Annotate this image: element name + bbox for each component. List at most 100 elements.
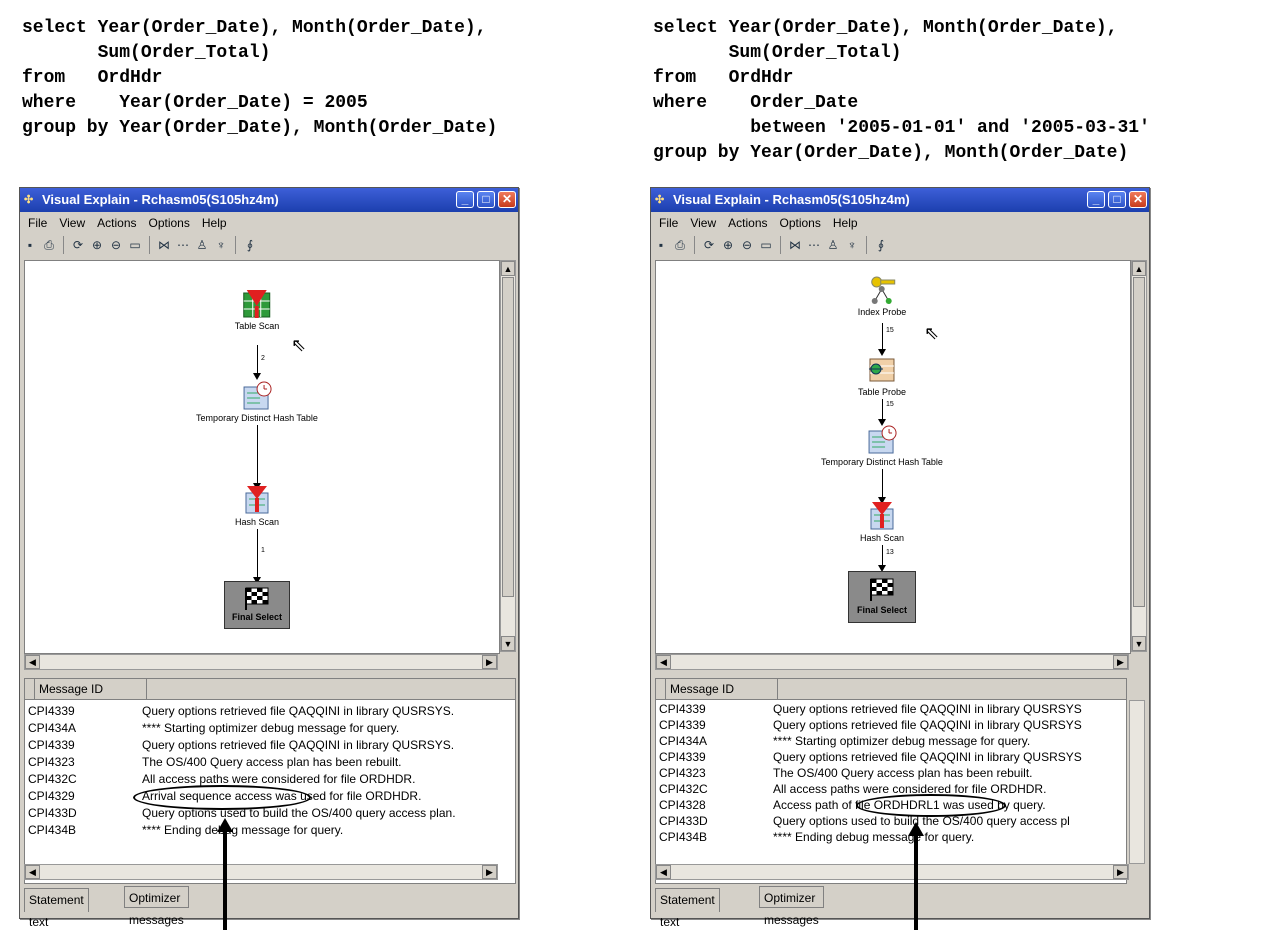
scroll-up-button[interactable]: ▲: [501, 261, 515, 276]
overview-icon[interactable]: ▭: [758, 237, 774, 253]
table-row[interactable]: CPI4339 Query options retrieved file QAQQ…: [659, 701, 1082, 718]
zoom-in-icon[interactable]: ⊕: [720, 237, 736, 253]
menu-file[interactable]: File: [659, 216, 678, 230]
node-final-select[interactable]: Final Select: [848, 571, 916, 623]
node-index-probe[interactable]: Index Probe: [858, 275, 906, 318]
graph-vertical-scrollbar[interactable]: ▲ ▼: [1131, 260, 1147, 652]
plan-graph-canvas[interactable]: Table Scan 2 Temporary Distinct Hash Tab…: [24, 260, 500, 654]
graph-horizontal-scrollbar[interactable]: ◀ ▶: [655, 654, 1129, 670]
scroll-thumb[interactable]: [502, 277, 514, 597]
scroll-right-button[interactable]: ▶: [482, 655, 497, 669]
link-icon[interactable]: ∮: [242, 237, 258, 253]
node-temporary-distinct-hash-table[interactable]: Temporary Distinct Hash Table: [821, 425, 943, 468]
scroll-left-button[interactable]: ◀: [25, 865, 40, 879]
title-bar[interactable]: ✣ Visual Explain - Rchasm05(S105hz4m) _ …: [651, 188, 1149, 212]
print-icon[interactable]: ⎙: [41, 237, 57, 253]
scroll-right-button[interactable]: ▶: [1113, 655, 1128, 669]
node-table-probe[interactable]: Table Probe: [858, 355, 906, 398]
graph-icon[interactable]: ⋈: [156, 237, 172, 253]
link-icon[interactable]: ∮: [873, 237, 889, 253]
maximize-button[interactable]: □: [477, 191, 495, 208]
menu-file[interactable]: File: [28, 216, 47, 230]
table-row[interactable]: CPI4339 Query options retrieved file QAQQ…: [659, 749, 1082, 766]
table-row[interactable]: CPI433D Query options used to build the O…: [659, 813, 1070, 830]
scroll-left-button[interactable]: ◀: [25, 655, 40, 669]
refresh-icon[interactable]: ⟳: [701, 237, 717, 253]
save-icon[interactable]: ▪: [653, 237, 669, 253]
minimize-button[interactable]: _: [1087, 191, 1105, 208]
column-header-message-id[interactable]: Message ID: [35, 679, 147, 699]
tree-icon[interactable]: ♆: [213, 237, 229, 253]
tab-statement-text[interactable]: Statement text: [24, 888, 89, 929]
table-header: Message ID: [25, 679, 515, 700]
scroll-down-button[interactable]: ▼: [501, 636, 515, 651]
people-icon[interactable]: ♙: [825, 237, 841, 253]
hash-scan-icon: [242, 485, 272, 515]
scroll-left-button[interactable]: ◀: [656, 865, 671, 879]
scroll-down-button[interactable]: ▼: [1132, 636, 1146, 651]
maximize-button[interactable]: □: [1108, 191, 1126, 208]
scroll-up-button[interactable]: ▲: [1132, 261, 1146, 276]
tab-statement-text[interactable]: Statement text: [655, 888, 720, 929]
messages-horizontal-scrollbar[interactable]: ◀ ▶: [24, 864, 498, 880]
tree-icon[interactable]: ♆: [844, 237, 860, 253]
menu-options[interactable]: Options: [780, 216, 821, 230]
tab-optimizer-messages[interactable]: Optimizer messages: [759, 886, 824, 927]
graph-horizontal-scrollbar[interactable]: ◀ ▶: [24, 654, 498, 670]
scroll-right-button[interactable]: ▶: [482, 865, 497, 879]
scroll-right-button[interactable]: ▶: [1113, 865, 1128, 879]
menu-view[interactable]: View: [59, 216, 85, 230]
close-button[interactable]: ✕: [1129, 191, 1147, 208]
sql-statement-left: select Year(Order_Date), Month(Order_Dat…: [22, 18, 498, 138]
node-table-scan[interactable]: Table Scan: [235, 289, 279, 332]
tab-optimizer-messages[interactable]: Optimizer messages: [124, 886, 189, 927]
refresh-icon[interactable]: ⟳: [70, 237, 86, 253]
column-header-message-id[interactable]: Message ID: [666, 679, 778, 699]
table-row[interactable]: CPI4339 Query options retrieved file QAQQ…: [28, 703, 454, 720]
overview-icon[interactable]: ▭: [127, 237, 143, 253]
menu-actions[interactable]: Actions: [728, 216, 767, 230]
minimize-button[interactable]: _: [456, 191, 474, 208]
table-row[interactable]: CPI432C All access paths were considered …: [659, 781, 1046, 798]
node-final-select[interactable]: Final Select: [224, 581, 290, 629]
people-icon[interactable]: ♙: [194, 237, 210, 253]
graph-vertical-scrollbar[interactable]: ▲ ▼: [500, 260, 516, 652]
menu-actions[interactable]: Actions: [97, 216, 136, 230]
column-header-text[interactable]: [778, 679, 1126, 699]
scroll-left-button[interactable]: ◀: [656, 655, 671, 669]
table-row[interactable]: CPI434B **** Ending debug message for que…: [659, 829, 974, 846]
column-header-text[interactable]: [147, 679, 515, 699]
table-row[interactable]: CPI4339 Query options retrieved file QAQQ…: [28, 737, 454, 754]
table-row[interactable]: CPI4339 Query options retrieved file QAQQ…: [659, 717, 1082, 734]
table-row[interactable]: CPI434A **** Starting optimizer debug mes…: [659, 733, 1030, 750]
messages-vertical-scrollbar[interactable]: [1129, 700, 1145, 864]
annotation-arrow-right: [908, 822, 924, 930]
scroll-thumb[interactable]: [1133, 277, 1145, 607]
graph-icon[interactable]: ⋈: [787, 237, 803, 253]
close-button[interactable]: ✕: [498, 191, 516, 208]
table-row[interactable]: CPI4323 The OS/400 Query access plan has …: [659, 765, 1032, 782]
print-icon[interactable]: ⎙: [672, 237, 688, 253]
node-label: Final Select: [856, 605, 908, 615]
table-row[interactable]: CPI4323 The OS/400 Query access plan has …: [28, 754, 401, 771]
node-hash-scan[interactable]: Hash Scan: [860, 501, 904, 544]
zoom-in-icon[interactable]: ⊕: [89, 237, 105, 253]
menu-view[interactable]: View: [690, 216, 716, 230]
save-icon[interactable]: ▪: [22, 237, 38, 253]
hash-scan-icon: [867, 501, 897, 531]
node-hash-scan[interactable]: Hash Scan: [235, 485, 279, 528]
menu-help[interactable]: Help: [833, 216, 858, 230]
menu-help[interactable]: Help: [202, 216, 227, 230]
messages-horizontal-scrollbar[interactable]: ◀ ▶: [655, 864, 1129, 880]
network-icon[interactable]: ⋯: [175, 237, 191, 253]
title-bar[interactable]: ✣ Visual Explain - Rchasm05(S105hz4m) _ …: [20, 188, 518, 212]
plan-graph-canvas[interactable]: Index Probe 15 Table Probe 15 Temporary …: [655, 260, 1131, 654]
network-icon[interactable]: ⋯: [806, 237, 822, 253]
table-row[interactable]: CPI434A **** Starting optimizer debug mes…: [28, 720, 399, 737]
node-temporary-distinct-hash-table[interactable]: Temporary Distinct Hash Table: [196, 381, 318, 424]
zoom-out-icon[interactable]: ⊖: [739, 237, 755, 253]
edge-label: 2: [261, 355, 265, 362]
menu-options[interactable]: Options: [149, 216, 190, 230]
zoom-out-icon[interactable]: ⊖: [108, 237, 124, 253]
table-row[interactable]: CPI434B **** Ending debug message for que…: [28, 822, 343, 839]
